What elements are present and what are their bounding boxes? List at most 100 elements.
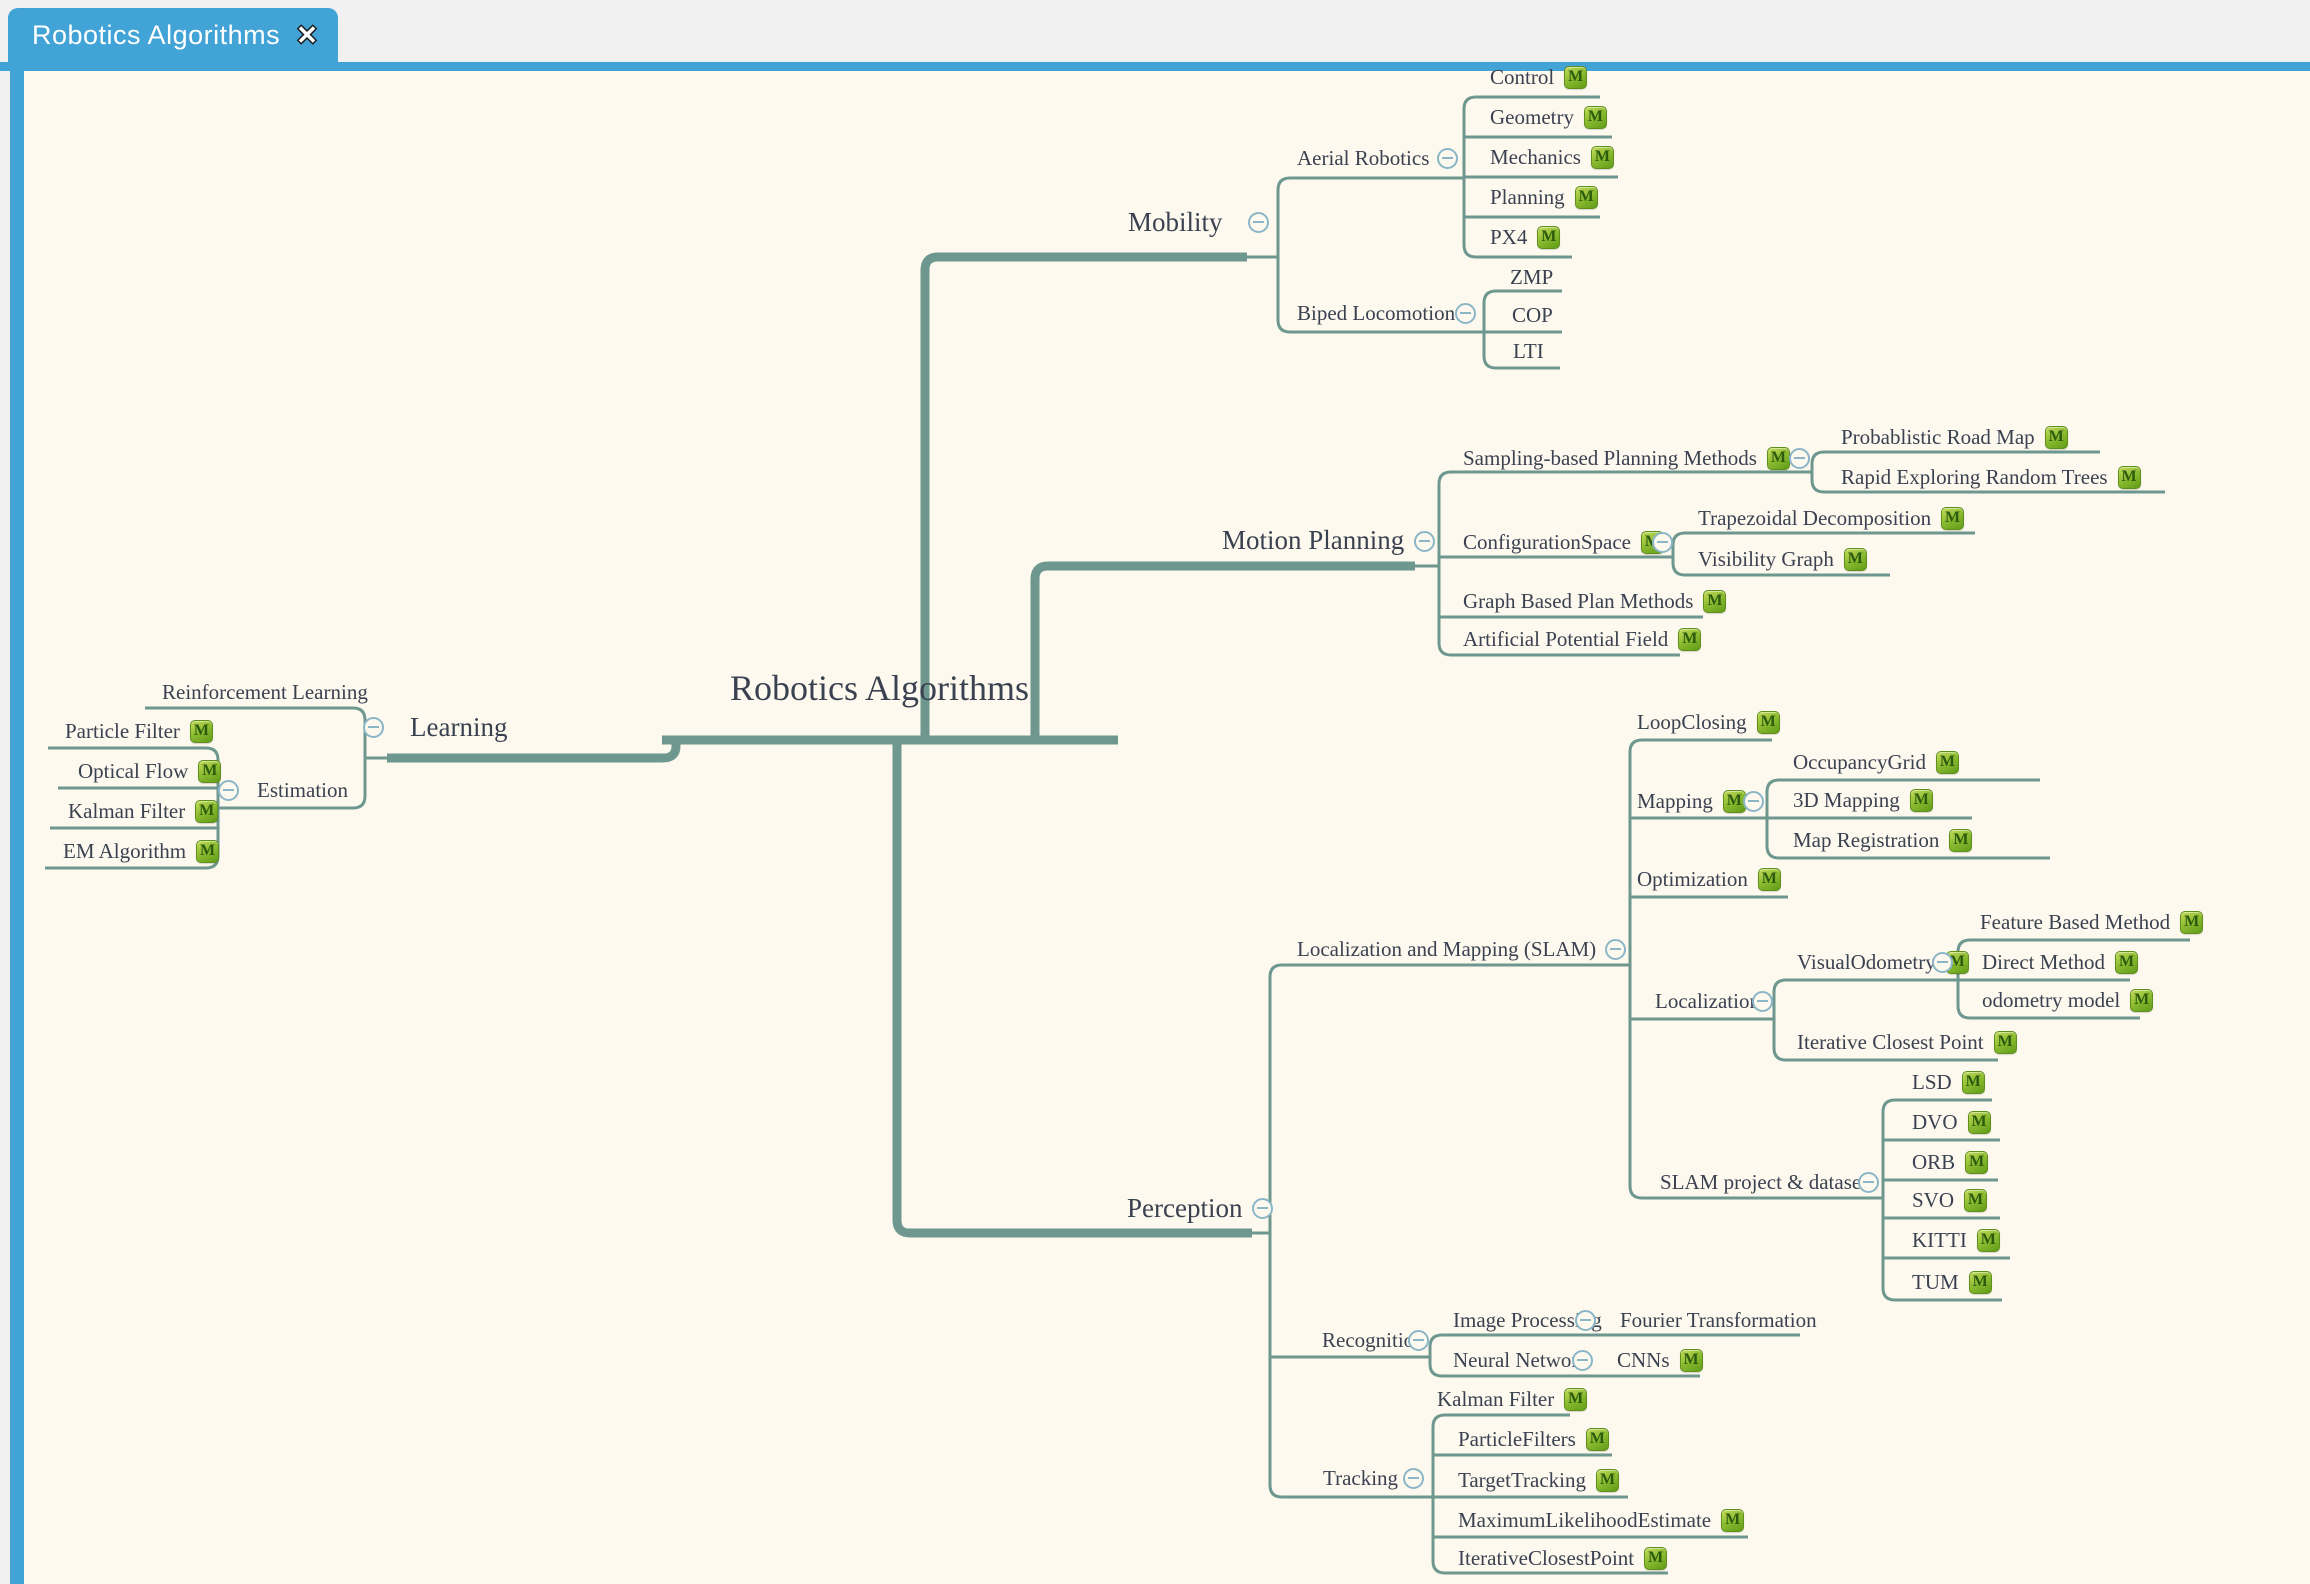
collapse-toggle-icon[interactable] [1932, 952, 1953, 973]
mindmap-node-localization-and-mapping-slam[interactable]: Localization and Mapping (SLAM) [1297, 934, 1596, 964]
mindmap-node-probablistic-road-map[interactable]: Probablistic Road MapM [1841, 422, 2068, 452]
collapse-toggle-icon[interactable] [1455, 303, 1476, 324]
markdown-badge-icon: M [1644, 1547, 1667, 1570]
panel-left-border [10, 62, 24, 1584]
mindmap-node-optical-flow[interactable]: Optical FlowM [78, 756, 221, 786]
mindmap-node-control[interactable]: ControlM [1490, 62, 1587, 92]
mindmap-node-occupancygrid[interactable]: OccupancyGridM [1793, 747, 1959, 777]
collapse-toggle-icon[interactable] [1248, 212, 1269, 233]
node-label: Trapezoidal Decomposition [1698, 503, 1931, 533]
mindmap-node-biped-locomotion[interactable]: Biped Locomotion [1297, 298, 1455, 328]
mindmap-node-trapezoidal-decomposition[interactable]: Trapezoidal DecompositionM [1698, 503, 1964, 533]
mindmap-node-targettracking[interactable]: TargetTrackingM [1458, 1465, 1619, 1495]
mindmap-node-localization[interactable]: Localization [1655, 986, 1760, 1016]
mindmap-node-particlefilters[interactable]: ParticleFiltersM [1458, 1424, 1609, 1454]
mindmap-node-cnns[interactable]: CNNsM [1617, 1345, 1703, 1375]
node-label: Control [1490, 62, 1554, 92]
markdown-badge-icon: M [1969, 1271, 1992, 1294]
collapse-toggle-icon[interactable] [1408, 1330, 1429, 1351]
mindmap-node-rapid-exploring-random-trees[interactable]: Rapid Exploring Random TreesM [1841, 462, 2141, 492]
mindmap-node-estimation[interactable]: Estimation [257, 775, 348, 805]
mindmap-node-mechanics[interactable]: MechanicsM [1490, 142, 1614, 172]
tab-title: Robotics Algorithms [32, 20, 280, 51]
mindmap-node-planning[interactable]: PlanningM [1490, 182, 1598, 212]
mindmap-node-feature-based-method[interactable]: Feature Based MethodM [1980, 907, 2203, 937]
collapse-toggle-icon[interactable] [1858, 1172, 1879, 1193]
mindmap-node-mobility[interactable]: Mobility [1128, 203, 1223, 241]
collapse-toggle-icon[interactable] [1605, 939, 1626, 960]
markdown-badge-icon: M [1994, 1031, 2017, 1054]
node-label: Reinforcement Learning [162, 677, 368, 707]
mindmap-node-svo[interactable]: SVO M [1912, 1185, 1987, 1215]
node-label: Motion Planning [1222, 521, 1404, 559]
node-label: Feature Based Method [1980, 907, 2170, 937]
node-label: Estimation [257, 775, 348, 805]
mindmap-node-orb[interactable]: ORBM [1912, 1147, 1988, 1177]
mindmap-node-direct-method[interactable]: Direct MethodM [1982, 947, 2138, 977]
collapse-toggle-icon[interactable] [1743, 791, 1764, 812]
markdown-badge-icon: M [1767, 447, 1790, 470]
collapse-toggle-icon[interactable] [1789, 448, 1810, 469]
collapse-toggle-icon[interactable] [363, 717, 384, 738]
mindmap-node-visibility-graph[interactable]: Visibility GraphM [1698, 544, 1867, 574]
mindmap-node-px4[interactable]: PX4M [1490, 222, 1560, 252]
mindmap-node-slam-project-dataset[interactable]: SLAM project & dataset [1660, 1167, 1867, 1197]
mindmap-node-iterative-closest-point[interactable]: Iterative Closest PointM [1797, 1027, 2017, 1057]
mindmap-node-robotics-algorithms[interactable]: Robotics Algorithms [730, 663, 1029, 713]
mindmap-node-learning[interactable]: Learning [410, 708, 507, 746]
collapse-toggle-icon[interactable] [1403, 1468, 1424, 1489]
mindmap-node-lsd[interactable]: LSDM [1912, 1067, 1985, 1097]
collapse-toggle-icon[interactable] [1252, 1198, 1273, 1219]
mindmap-node-motion-planning[interactable]: Motion Planning [1222, 521, 1404, 559]
mindmap-node-cop[interactable]: COP [1512, 300, 1553, 330]
collapse-toggle-icon[interactable] [1575, 1310, 1596, 1331]
mindmap-node-zmp[interactable]: ZMP [1510, 262, 1553, 292]
mindmap-node-tum[interactable]: TUM M [1912, 1267, 1992, 1297]
mindmap-node-particle-filter[interactable]: Particle FilterM [65, 716, 213, 746]
node-label: LSD [1912, 1067, 1952, 1097]
mindmap-node-mapping[interactable]: MappingM [1637, 786, 1746, 816]
mindmap-node-artificial-potential-field[interactable]: Artificial Potential FieldM [1463, 624, 1701, 654]
mindmap-node-tracking[interactable]: Tracking [1323, 1463, 1398, 1493]
mindmap-node-iterativeclosestpoint[interactable]: IterativeClosestPointM [1458, 1543, 1667, 1573]
markdown-badge-icon: M [1575, 186, 1598, 209]
mindmap-node-maximumlikelihoodestimate[interactable]: MaximumLikelihoodEstimateM [1458, 1505, 1744, 1535]
collapse-toggle-icon[interactable] [1414, 531, 1435, 552]
tab-close-icon[interactable]: ✕ [296, 22, 318, 48]
mindmap-node-em-algorithm[interactable]: EM AlgorithmM [63, 836, 219, 866]
mindmap-node-geometry[interactable]: GeometryM [1490, 102, 1607, 132]
collapse-toggle-icon[interactable] [1572, 1350, 1593, 1371]
mindmap-node-loopclosing[interactable]: LoopClosingM [1637, 707, 1780, 737]
node-label: 3D Mapping [1793, 785, 1900, 815]
node-label: LoopClosing [1637, 707, 1747, 737]
mindmap-node-graph-based-plan-methods[interactable]: Graph Based Plan MethodsM [1463, 586, 1726, 616]
node-label: Localization [1655, 986, 1760, 1016]
mindmap-node-kalman-filter[interactable]: Kalman FilterM [68, 796, 218, 826]
node-label: SVO [1912, 1185, 1954, 1215]
mindmap-node-lti[interactable]: LTI [1513, 336, 1544, 366]
collapse-toggle-icon[interactable] [1652, 532, 1673, 553]
markdown-badge-icon: M [2118, 466, 2141, 489]
mindmap-node-optimization[interactable]: OptimizationM [1637, 864, 1781, 894]
mindmap-node-kitti[interactable]: KITTIM [1912, 1225, 2000, 1255]
mindmap-node-perception[interactable]: Perception [1127, 1189, 1242, 1227]
markdown-badge-icon: M [1964, 1189, 1987, 1212]
mindmap-node-aerial-robotics[interactable]: Aerial Robotics [1297, 143, 1429, 173]
mindmap-node-kalman-filter[interactable]: Kalman FilterM [1437, 1384, 1587, 1414]
mindmap-node-dvo[interactable]: DVOM [1912, 1107, 1991, 1137]
node-label: Localization and Mapping (SLAM) [1297, 934, 1596, 964]
node-label: TUM [1912, 1267, 1959, 1297]
tab-robotics-algorithms[interactable]: Robotics Algorithms ✕ [8, 8, 338, 62]
mindmap-node-configurationspace[interactable]: ConfigurationSpaceM [1463, 527, 1664, 557]
collapse-toggle-icon[interactable] [1437, 148, 1458, 169]
mindmap-node-reinforcement-learning[interactable]: Reinforcement Learning [162, 677, 368, 707]
mindmap-node-neural-network[interactable]: Neural Network [1453, 1345, 1589, 1375]
mindmap-node-odometry-model[interactable]: odometry modelM [1982, 985, 2153, 1015]
collapse-toggle-icon[interactable] [1752, 991, 1773, 1012]
mindmap-node-fourier-transformation[interactable]: Fourier Transformation [1620, 1305, 1817, 1335]
mindmap-node-map-registration[interactable]: Map RegistrationM [1793, 825, 1972, 855]
node-label: Robotics Algorithms [730, 663, 1029, 713]
mindmap-node-sampling-based-planning-methods[interactable]: Sampling-based Planning MethodsM [1463, 443, 1790, 473]
node-label: SLAM project & dataset [1660, 1167, 1867, 1197]
mindmap-node-3d-mapping[interactable]: 3D MappingM [1793, 785, 1933, 815]
